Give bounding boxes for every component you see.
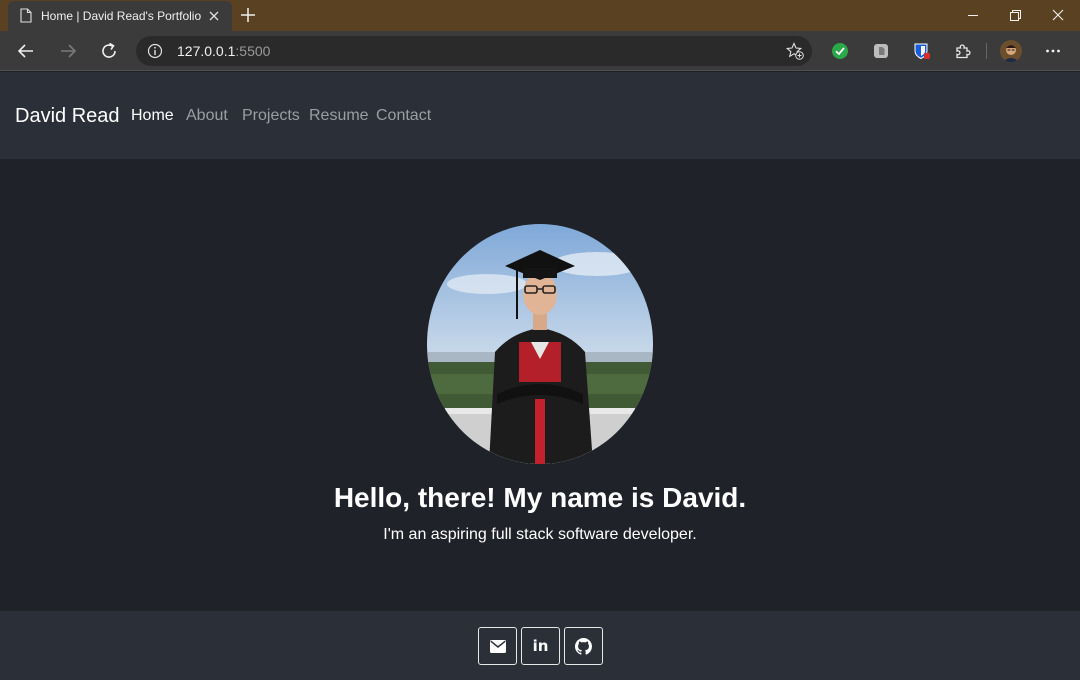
minimize-icon[interactable] <box>951 0 995 31</box>
email-button[interactable] <box>478 627 517 665</box>
nav-link-projects[interactable]: Projects <box>242 107 300 125</box>
envelope-icon <box>489 639 506 653</box>
hero-section: Hello, there! My name is David. I'm an a… <box>0 159 1080 611</box>
hero-tagline: I'm an aspiring full stack software deve… <box>383 526 697 543</box>
nav-link-home[interactable]: Home <box>131 107 174 125</box>
ellipsis-icon[interactable] <box>1043 41 1063 61</box>
site-navbar: David Read Home About Projects Resume Co… <box>0 72 1080 159</box>
github-button[interactable] <box>564 627 603 665</box>
profile-picture <box>1000 40 1022 62</box>
profile-photo <box>427 224 653 464</box>
hero-greeting: Hello, there! My name is David. <box>333 482 747 513</box>
reload-icon[interactable] <box>97 39 121 63</box>
toolbar-separator <box>986 43 987 59</box>
github-icon <box>575 637 592 655</box>
address-bar[interactable]: 127.0.0.1:5500 <box>136 36 812 66</box>
browser-titlebar: Home | David Read's Portfolio <box>0 0 1080 31</box>
plus-icon[interactable] <box>238 5 258 25</box>
browser-tab[interactable]: Home | David Read's Portfolio <box>8 1 232 31</box>
window-close-icon[interactable] <box>1036 0 1080 31</box>
tag-icon[interactable] <box>872 42 890 60</box>
page-icon <box>20 8 32 23</box>
bitwarden-shield-icon[interactable] <box>913 42 931 60</box>
graduation-photo <box>427 224 653 464</box>
star-add-icon[interactable] <box>786 42 804 60</box>
linkedin-button[interactable]: in <box>521 627 560 665</box>
tab-title: Home | David Read's Portfolio <box>41 9 202 23</box>
restore-icon[interactable] <box>993 0 1037 31</box>
linkedin-icon: in <box>532 637 549 655</box>
nav-link-contact[interactable]: Contact <box>376 107 431 125</box>
arrow-right-icon[interactable] <box>56 39 80 63</box>
profile-avatar[interactable] <box>1000 40 1022 62</box>
arrow-left-icon[interactable] <box>14 39 38 63</box>
url-host: 127.0.0.1 <box>177 43 236 59</box>
url-port: :5500 <box>235 43 271 59</box>
info-icon[interactable] <box>147 43 163 59</box>
nav-link-about[interactable]: About <box>186 107 228 125</box>
shield-check-icon[interactable] <box>831 42 849 60</box>
close-icon[interactable] <box>207 9 221 23</box>
url-text[interactable]: 127.0.0.1:5500 <box>177 43 270 59</box>
navbar-brand[interactable]: David Read <box>15 105 120 128</box>
puzzle-icon[interactable] <box>954 42 972 60</box>
site-footer: in <box>0 611 1080 680</box>
nav-link-resume[interactable]: Resume <box>309 107 369 125</box>
browser-toolbar: 127.0.0.1:5500 <box>0 31 1080 71</box>
